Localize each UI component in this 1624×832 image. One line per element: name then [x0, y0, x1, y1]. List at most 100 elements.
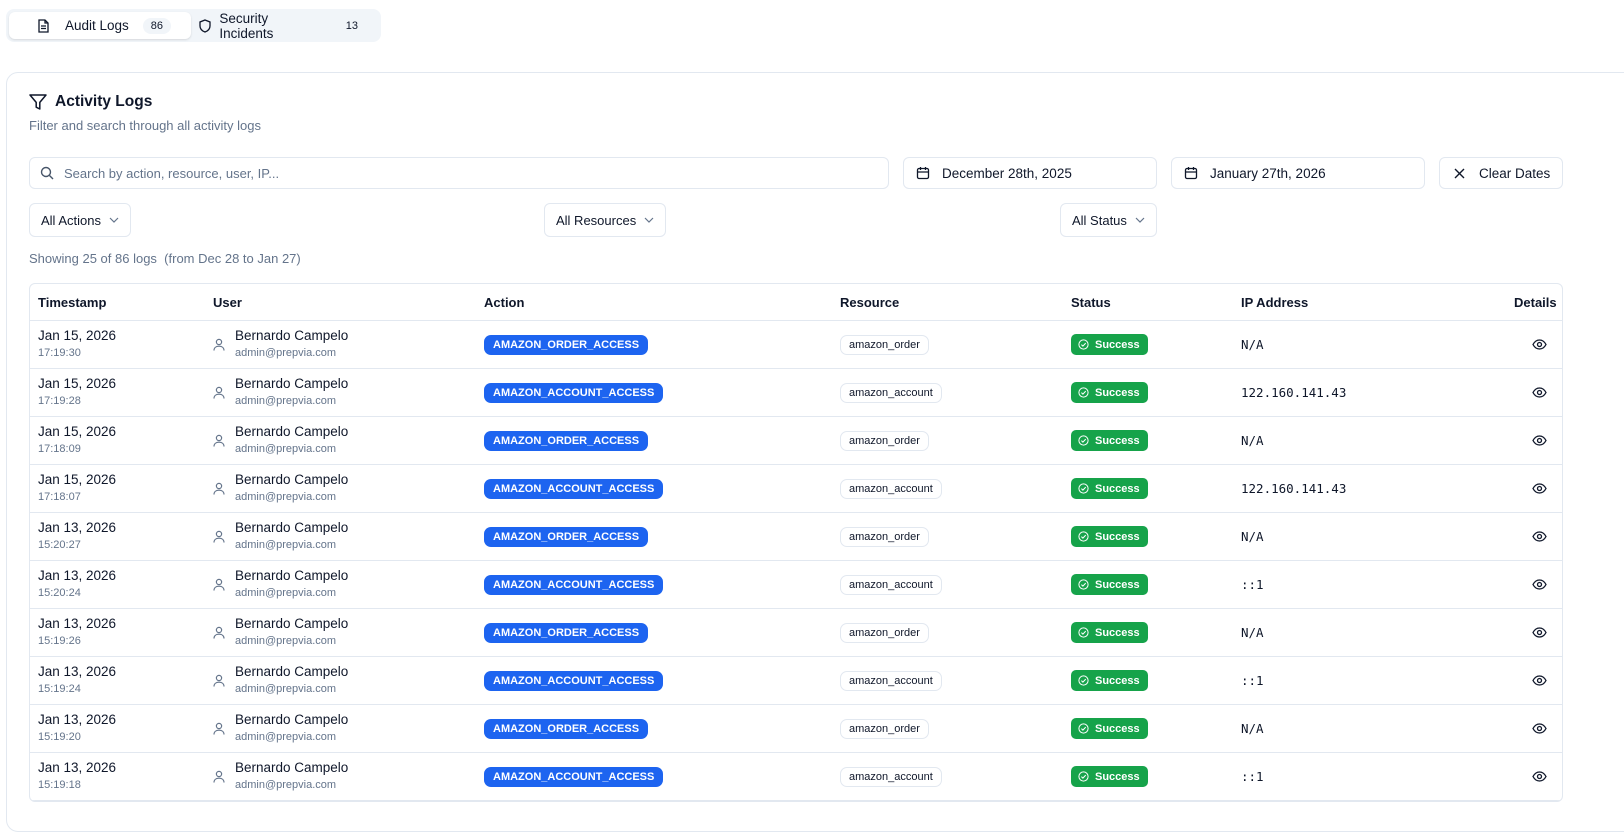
timestamp-date: Jan 15, 2026	[38, 328, 117, 343]
search-box[interactable]	[29, 157, 889, 189]
status-text: Success	[1095, 626, 1140, 639]
shield-icon	[199, 19, 212, 36]
user-email: admin@prepvia.com	[235, 539, 337, 551]
header-user[interactable]: User	[213, 295, 242, 310]
timestamp-time: 15:19:24	[38, 683, 81, 695]
activity-table: Timestamp User Action Resource Status IP…	[29, 283, 1563, 802]
action-badge: AMAZON_ORDER_ACCESS	[484, 719, 649, 739]
resource-badge: amazon_order	[840, 719, 929, 739]
table-row[interactable]: Jan 13, 2026 15:19:20 Bernardo Campelo admi…	[30, 705, 1562, 753]
status-badge: Success	[1071, 334, 1148, 355]
ip-address: N/A	[1241, 721, 1264, 736]
user-icon	[213, 338, 225, 354]
action-select[interactable]: All Actions	[29, 203, 131, 237]
resource-badge: amazon_account	[840, 383, 942, 403]
ip-address: N/A	[1241, 625, 1264, 640]
resource-badge: amazon_account	[840, 671, 942, 691]
search-input[interactable]	[64, 165, 844, 181]
user-name: Bernardo Campelo	[235, 568, 349, 583]
user-icon	[213, 434, 225, 450]
resource-select-value: All Resources	[556, 212, 637, 228]
action-badge: AMAZON_ACCOUNT_ACCESS	[484, 671, 664, 691]
clear-dates-button[interactable]: Clear Dates	[1439, 157, 1563, 189]
action-badge: AMAZON_ACCOUNT_ACCESS	[484, 767, 664, 787]
resource-badge: amazon_order	[840, 335, 929, 355]
chevron-down-icon	[644, 217, 654, 223]
status-text: Success	[1095, 722, 1140, 735]
eye-icon[interactable]	[1532, 578, 1547, 593]
status-badge: Success	[1071, 718, 1148, 739]
check-circle-icon	[1078, 723, 1089, 734]
resource-badge: amazon_order	[840, 623, 929, 643]
eye-icon[interactable]	[1532, 482, 1547, 497]
user-email: admin@prepvia.com	[235, 491, 337, 503]
table-row[interactable]: Jan 15, 2026 17:18:09 Bernardo Campelo admi…	[30, 417, 1562, 465]
header-status[interactable]: Status	[1071, 295, 1111, 310]
header-ip-address[interactable]: IP Address	[1241, 295, 1308, 310]
status-select[interactable]: All Status	[1060, 203, 1157, 237]
ip-address: ::1	[1241, 769, 1264, 784]
card-subtitle: Filter and search through all activity l…	[29, 118, 261, 133]
header-timestamp[interactable]: Timestamp	[38, 295, 106, 310]
tab-security-incidents[interactable]: Security Incidents 13	[191, 11, 378, 41]
end-date-picker[interactable]: January 27th, 2026	[1171, 157, 1425, 189]
resource-badge: amazon_account	[840, 575, 942, 595]
clear-dates-label: Clear Dates	[1479, 165, 1551, 181]
eye-icon[interactable]	[1532, 722, 1547, 737]
timestamp-time: 17:19:30	[38, 347, 81, 359]
chevron-down-icon	[109, 217, 119, 223]
action-badge: AMAZON_ACCOUNT_ACCESS	[484, 575, 664, 595]
timestamp-time: 17:19:28	[38, 395, 81, 407]
start-date-picker[interactable]: December 28th, 2025	[903, 157, 1157, 189]
tab-label: Audit Logs	[65, 18, 129, 33]
card-title: Activity Logs	[29, 93, 152, 111]
eye-icon[interactable]	[1532, 338, 1547, 353]
table-row[interactable]: Jan 13, 2026 15:20:27 Bernardo Campelo admi…	[30, 513, 1562, 561]
status-select-value: All Status	[1072, 212, 1127, 228]
header-resource[interactable]: Resource	[840, 295, 899, 310]
status-badge: Success	[1071, 478, 1148, 499]
eye-icon[interactable]	[1532, 626, 1547, 641]
action-badge: AMAZON_ORDER_ACCESS	[484, 623, 649, 643]
status-text: Success	[1095, 674, 1140, 687]
header-action[interactable]: Action	[484, 295, 524, 310]
user-email: admin@prepvia.com	[235, 347, 337, 359]
ip-address: ::1	[1241, 673, 1264, 688]
table-row[interactable]: Jan 13, 2026 15:20:24 Bernardo Campelo admi…	[30, 561, 1562, 609]
resource-badge: amazon_order	[840, 527, 929, 547]
header-details: Details	[1514, 294, 1557, 310]
eye-icon[interactable]	[1532, 674, 1547, 689]
table-row[interactable]: Jan 15, 2026 17:18:07 Bernardo Campelo admi…	[30, 465, 1562, 513]
search-icon	[40, 166, 54, 180]
results-range: (from Dec 28 to Jan 27)	[164, 251, 301, 266]
results-count: Showing 25 of 86 logs	[29, 251, 157, 266]
status-text: Success	[1095, 386, 1140, 399]
status-badge: Success	[1071, 670, 1148, 691]
user-email: admin@prepvia.com	[235, 779, 337, 791]
count-badge: 13	[345, 19, 358, 32]
timestamp-date: Jan 13, 2026	[38, 520, 117, 535]
status-badge: Success	[1071, 622, 1148, 643]
eye-icon[interactable]	[1532, 770, 1547, 785]
timestamp-date: Jan 15, 2026	[38, 376, 117, 391]
check-circle-icon	[1078, 483, 1089, 494]
user-email: admin@prepvia.com	[235, 443, 337, 455]
status-badge: Success	[1071, 430, 1148, 451]
table-row[interactable]: Jan 13, 2026 15:19:26 Bernardo Campelo admi…	[30, 609, 1562, 657]
table-row[interactable]: Jan 13, 2026 15:19:24 Bernardo Campelo admi…	[30, 657, 1562, 705]
action-badge: AMAZON_ACCOUNT_ACCESS	[484, 479, 664, 499]
tab-audit-logs[interactable]: Audit Logs 86	[9, 12, 192, 39]
eye-icon[interactable]	[1532, 530, 1547, 545]
resource-select[interactable]: All Resources	[544, 203, 667, 237]
table-row[interactable]: Jan 15, 2026 17:19:28 Bernardo Campelo admi…	[30, 369, 1562, 417]
table-row[interactable]: Jan 13, 2026 15:19:18 Bernardo Campelo admi…	[30, 753, 1562, 801]
table-row[interactable]: Jan 15, 2026 17:19:30 Bernardo Campelo admi…	[30, 321, 1562, 369]
eye-icon[interactable]	[1532, 386, 1547, 401]
results-summary: Showing 25 of 86 logs (from Dec 28 to Ja…	[29, 251, 301, 266]
check-circle-icon	[1078, 771, 1089, 782]
action-badge: AMAZON_ORDER_ACCESS	[484, 431, 649, 451]
timestamp-date: Jan 15, 2026	[38, 472, 117, 487]
eye-icon[interactable]	[1532, 434, 1547, 449]
activity-logs-card: Activity Logs Filter and search through …	[6, 72, 1624, 832]
ip-address: 122.160.141.43	[1241, 481, 1347, 496]
